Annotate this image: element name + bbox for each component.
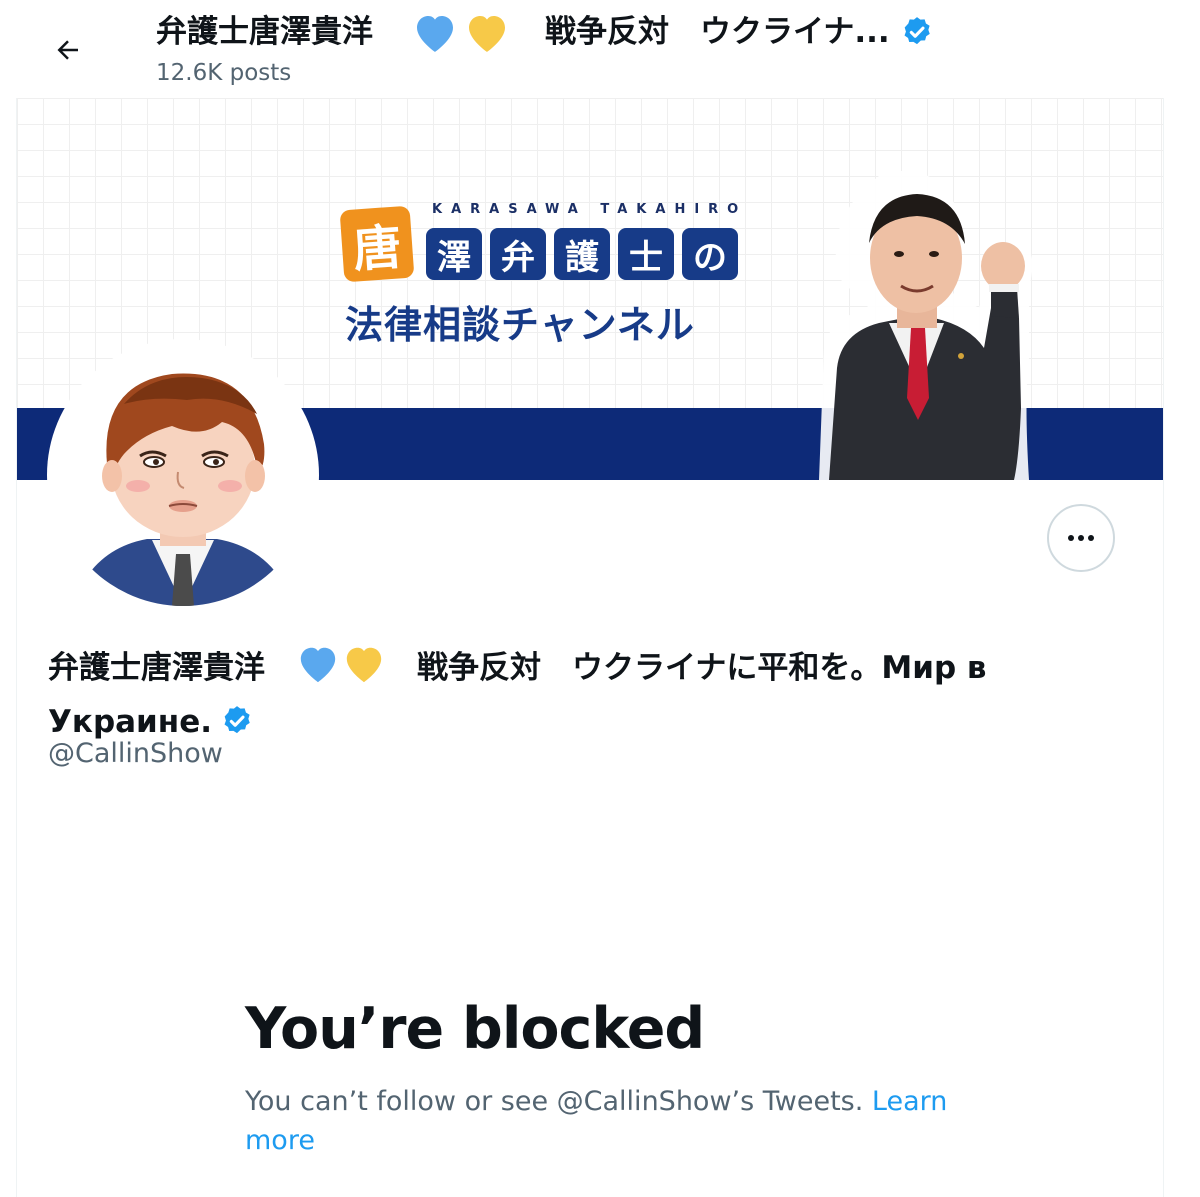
- blocked-title: You’re blocked: [245, 996, 705, 1062]
- blocked-message: You can’t follow or see @CallinShow’s Tw…: [245, 1082, 965, 1160]
- banner-title-tiles: 唐 澤 弁 護 士 の: [339, 205, 738, 283]
- posts-count: 12.6K posts: [156, 60, 292, 86]
- yellow-heart-icon: [469, 16, 505, 52]
- banner-tile: 護: [554, 228, 610, 280]
- profile-display-name: 弁護士唐澤貴洋 戦争反対 ウクライナに平和を。Мир в Украине.: [48, 642, 1148, 746]
- banner-subtitle: 法律相談チャンネル: [345, 303, 695, 347]
- heart-emojis: [295, 642, 387, 698]
- more-options-button[interactable]: [1047, 504, 1115, 572]
- blue-heart-icon: [417, 16, 453, 52]
- header-title-rest: 戦争反対 ウクライナ...: [545, 14, 890, 50]
- profile-avatar[interactable]: [47, 339, 319, 611]
- arrow-left-icon: [57, 40, 78, 60]
- banner-tile: 士: [618, 228, 674, 280]
- banner-tile: 弁: [490, 228, 546, 280]
- header-title-name: 弁護士唐澤貴洋: [156, 14, 373, 50]
- avatar: [52, 344, 314, 606]
- banner-tile: 澤: [426, 228, 482, 280]
- blocked-message-text: You can’t follow or see @CallinShow’s Tw…: [245, 1086, 872, 1117]
- verified-badge-icon: [224, 706, 250, 734]
- more-horizontal-icon: [1068, 535, 1094, 541]
- avatar-illustration: [52, 344, 314, 606]
- banner-tile-first: 唐: [339, 205, 415, 283]
- heart-emojis: [411, 10, 511, 54]
- blue-heart-icon: [300, 647, 336, 683]
- lawyer-photo: [819, 170, 1033, 480]
- yellow-heart-icon: [346, 647, 382, 683]
- profile-header: 弁護士唐澤貴洋 戦争反対 ウクライナ... 12.6K posts: [0, 0, 1200, 98]
- back-button[interactable]: [44, 26, 92, 74]
- profile-name-prefix: 弁護士唐澤貴洋: [48, 650, 265, 686]
- header-title: 弁護士唐澤貴洋 戦争反対 ウクライナ...: [156, 10, 1156, 54]
- profile-handle: @CallinShow: [48, 738, 223, 769]
- verified-badge-icon: [904, 17, 930, 45]
